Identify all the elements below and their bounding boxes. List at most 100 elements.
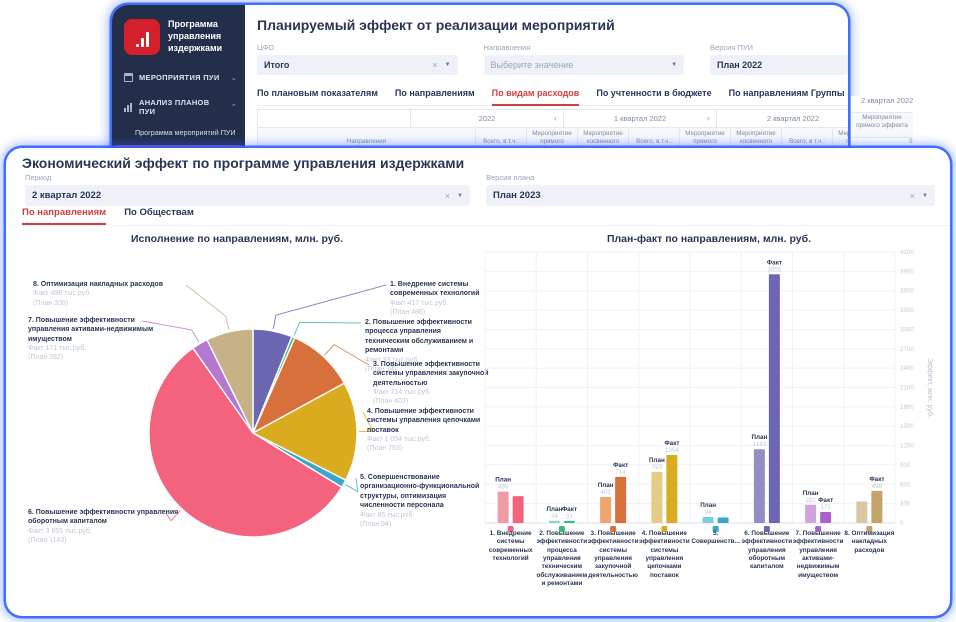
bar-plan-5[interactable]: [702, 516, 714, 523]
app-title: Программа управления издержками: [168, 19, 223, 53]
bar-value-label: 282: [805, 497, 816, 504]
bar-value-label: 486: [498, 484, 509, 491]
pie-label-5: 5. Совершенствование организационно-функ…: [360, 474, 480, 528]
bar-plan-3[interactable]: [600, 496, 612, 523]
calendar-icon: [124, 73, 133, 82]
bar-series-label: План: [546, 506, 562, 513]
bar-category-label-4: 4. Повышение эффективности системы управ…: [639, 530, 690, 579]
bar-series-label: Факт: [613, 462, 628, 469]
versiya-pui-select[interactable]: План 2022: [710, 55, 848, 75]
bar-value-label: 1054: [665, 447, 680, 454]
bar-plan-8[interactable]: [856, 501, 868, 523]
bar-fact-4[interactable]: [666, 454, 678, 523]
bar-fact-7[interactable]: [820, 511, 832, 523]
tab-po-vidam-rashodov[interactable]: По видам расходов: [491, 88, 579, 106]
caret-down-icon[interactable]: ▼: [922, 193, 928, 199]
period-select[interactable]: 2 квартал 2022 × ▼: [25, 185, 470, 206]
tab-po-napravleniyam[interactable]: По направлениям: [395, 88, 475, 98]
filter-napravleniya: Направления Выберите значение ▼: [483, 43, 685, 75]
bar-series-label: Факт: [767, 259, 782, 266]
bar-series-label: Факт: [664, 440, 679, 447]
table-column-header: Мероприятие прямого эффекта: [851, 112, 913, 138]
y-tick-label: 0: [900, 520, 904, 527]
clear-icon[interactable]: ×: [910, 191, 915, 201]
tab-po-napravleniyam[interactable]: По направлениям: [22, 207, 107, 225]
bar-value-label: 34: [551, 513, 559, 520]
divider: [6, 225, 950, 226]
filter-versiya-plana: Версия плана План 2023 × ▼: [486, 173, 935, 206]
sidebar-item-analiz-planov-pui[interactable]: АНАЛИЗ ПЛАНОВ ПУИ ⌃: [112, 90, 245, 124]
filter-row: ЦФО Итого × ▼ Направления Выберите значе…: [257, 43, 848, 75]
pie-label-line: [324, 343, 370, 366]
bar-plan-2[interactable]: [548, 520, 560, 523]
tab-po-planovym-pokazatelyam[interactable]: По плановым показателям: [257, 88, 378, 98]
clear-icon[interactable]: ×: [432, 60, 437, 70]
bar-plan-7[interactable]: [805, 504, 817, 523]
table-group-header: 2022 ‹: [411, 110, 564, 128]
bar-category-label-1: 1. Внедрение системы современных техноло…: [488, 530, 533, 562]
chevron-up-icon: ⌃: [230, 104, 237, 111]
bar-category-label-3: 3. Повышение эффективности системы управ…: [587, 530, 639, 579]
y-tick-label: 3600: [900, 288, 914, 295]
table-group-header: 2 квартал 2022‹: [717, 110, 848, 128]
y-tick-label: 3000: [900, 326, 914, 333]
pie-label-8: 8. Оптимизация накладных расходов Факт 49…: [33, 281, 164, 307]
sidebar-subitem-programma-meropriyatij[interactable]: Программа мероприятий ПУИ: [112, 124, 245, 142]
tab-po-uchtennosti-v-byudzhete[interactable]: По учтенности в бюджете: [596, 88, 711, 98]
bar-value-label: 171: [820, 504, 831, 511]
tab-po-obshchestvam[interactable]: По Обществам: [124, 207, 194, 218]
pie-label-6: 6. Повышение эффективности управления об…: [28, 509, 179, 544]
bar-series-label: Факт: [818, 497, 833, 504]
versiya-plana-select[interactable]: План 2023 × ▼: [486, 185, 935, 206]
bar-series-label: План: [495, 477, 511, 484]
caret-down-icon[interactable]: ▼: [445, 62, 451, 68]
pie-label-line: [293, 321, 362, 336]
collapse-chevron-icon[interactable]: ‹: [707, 113, 710, 123]
bar-fact-8[interactable]: [871, 490, 883, 523]
y-tick-label: 3900: [900, 268, 914, 275]
bar-value-label: 33: [566, 513, 574, 520]
caret-down-icon[interactable]: ▼: [457, 193, 463, 199]
sidebar-item-meropriyatiya-pui[interactable]: МЕРОПРИЯТИЯ ПУИ ⌄: [112, 65, 245, 90]
y-tick-label: 1200: [900, 443, 914, 450]
bar-plan-6[interactable]: [753, 449, 765, 523]
filter-period: Период 2 квартал 2022 × ▼: [25, 173, 470, 206]
cfo-select[interactable]: Итого × ▼: [257, 55, 458, 75]
bar-fact-1[interactable]: [512, 496, 524, 523]
bar-plan-4[interactable]: [651, 471, 663, 523]
bar-category-label-6: 6. Повышение эффективности управления об…: [741, 530, 793, 571]
napravleniya-select[interactable]: Выберите значение ▼: [483, 55, 685, 75]
bar-value-label: 3855: [767, 266, 782, 273]
page-title: Экономический эффект по программе управл…: [22, 155, 465, 171]
bar-series-label: Факт: [562, 506, 577, 513]
bar-category-label-2: 2. Повышение эффективности процесса упра…: [536, 530, 588, 587]
bar-value-label: 403: [600, 489, 611, 496]
pie-label-7: 7. Повышение эффективности управления ак…: [28, 317, 154, 362]
bar-series-label: Факт: [869, 476, 884, 483]
y-axis-title: Эффект, млн. руб.: [926, 358, 934, 418]
y-tick-label: 1800: [900, 404, 914, 411]
collapse-chevron-icon[interactable]: ‹: [554, 113, 557, 123]
bar-fact-6[interactable]: [768, 274, 780, 523]
bar-plan-1[interactable]: [497, 491, 509, 523]
table-fragment: 2 квартал 2022 Мероприятие прямого эффек…: [851, 96, 950, 150]
page-title: Планируемый эффект от реализации меропри…: [257, 17, 615, 33]
bar-fact-5[interactable]: [717, 517, 729, 523]
app-logo: Программа управления издержками: [112, 17, 245, 65]
bar-category-label-7: 7. Повышение эффективности управления ак…: [792, 530, 844, 579]
clear-icon[interactable]: ×: [445, 191, 450, 201]
bar-chart-logo-icon: [124, 19, 160, 55]
bar-series-label: План: [700, 502, 716, 509]
bar-chart-panel: План-факт по направлениям, млн. руб. 0 30…: [468, 228, 950, 616]
bar-value-label: 714: [615, 469, 626, 476]
bar-fact-2[interactable]: [563, 520, 575, 523]
y-tick-label: 1500: [900, 423, 914, 430]
filter-versiya-pui: Версия ПУИ План 2022: [710, 43, 848, 75]
window1-tabs: По плановым показателям По направлениям …: [257, 88, 847, 106]
bar-fact-3[interactable]: [615, 476, 627, 523]
bar-series-label: План: [751, 434, 767, 441]
tab-po-napravleniyam-gruppy[interactable]: По направлениям Группы: [729, 88, 845, 98]
y-tick-label: 2400: [900, 365, 914, 372]
caret-down-icon[interactable]: ▼: [671, 62, 677, 68]
y-tick-label: 600: [900, 481, 911, 488]
